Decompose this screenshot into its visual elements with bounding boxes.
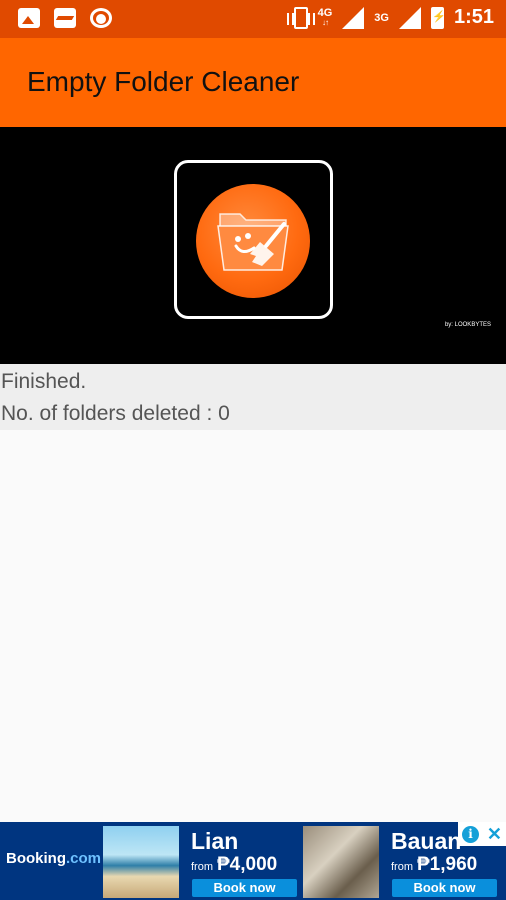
result-panel: Finished. No. of folders deleted : 0 [0, 364, 506, 430]
system-icons: 4G ↓↑ 3G 1:51 [286, 6, 494, 29]
signal-icon-2 [398, 6, 421, 29]
ad-item-name: Lian [191, 828, 239, 854]
booking-logo-main: Booking [6, 850, 66, 867]
ad-book-now-button[interactable]: Book now [192, 879, 297, 897]
network-type-text: 4G [317, 6, 333, 19]
app-title: Empty Folder Cleaner [27, 66, 300, 97]
ad-item-price: from ₱4,000 [191, 854, 277, 876]
network-3g-label: 3G [374, 11, 389, 24]
banner: by: LOOKBYTES [0, 127, 506, 364]
data-arrows-icon: ↓↑ [321, 17, 329, 27]
status-bar: 4G ↓↑ 3G 1:51 [0, 0, 506, 38]
booking-logo-suffix: .com [66, 850, 102, 867]
ad-from-label: from [191, 861, 213, 873]
app-logo-frame [174, 160, 333, 319]
ad-book-now-button[interactable]: Book now [392, 879, 497, 897]
notification-icons [18, 8, 112, 28]
ad-price-value: ₱4,000 [217, 854, 278, 875]
clock: 1:51 [453, 6, 494, 28]
ad-banner[interactable]: Booking.com Lian from ₱4,000 Book now Bau… [0, 822, 506, 900]
ad-photo-room[interactable] [303, 826, 379, 898]
pulse-icon [54, 8, 76, 28]
image-icon [18, 8, 40, 28]
ad-close-icon[interactable]: ✕ [487, 825, 502, 843]
signal-icon [342, 6, 365, 29]
ad-item-name: Bauan [391, 828, 462, 854]
battery-charging-icon [430, 6, 446, 29]
app-bar: Empty Folder Cleaner [0, 38, 506, 127]
folder-broom-icon [217, 213, 289, 271]
developer-brand: by: LOOKBYTES [444, 322, 491, 328]
ad-price-value: ₱1,960 [417, 854, 478, 875]
ad-item-price: from ₱1,960 [391, 854, 477, 876]
ad-info-icon[interactable]: i [461, 825, 479, 843]
status-finished-text: Finished. [1, 370, 87, 393]
ad-choices[interactable]: i ✕ [458, 822, 506, 846]
ad-photo-beach[interactable] [103, 826, 179, 898]
network-type-2-text: 3G [374, 11, 389, 24]
booking-logo: Booking.com [6, 850, 101, 867]
vibrate-icon [286, 6, 315, 29]
network-4g-label: 4G ↓↑ [317, 6, 333, 28]
ad-from-label: from [391, 861, 413, 873]
record-icon [90, 8, 112, 28]
app-logo [196, 184, 310, 298]
folders-deleted-text: No. of folders deleted : 0 [1, 402, 230, 425]
